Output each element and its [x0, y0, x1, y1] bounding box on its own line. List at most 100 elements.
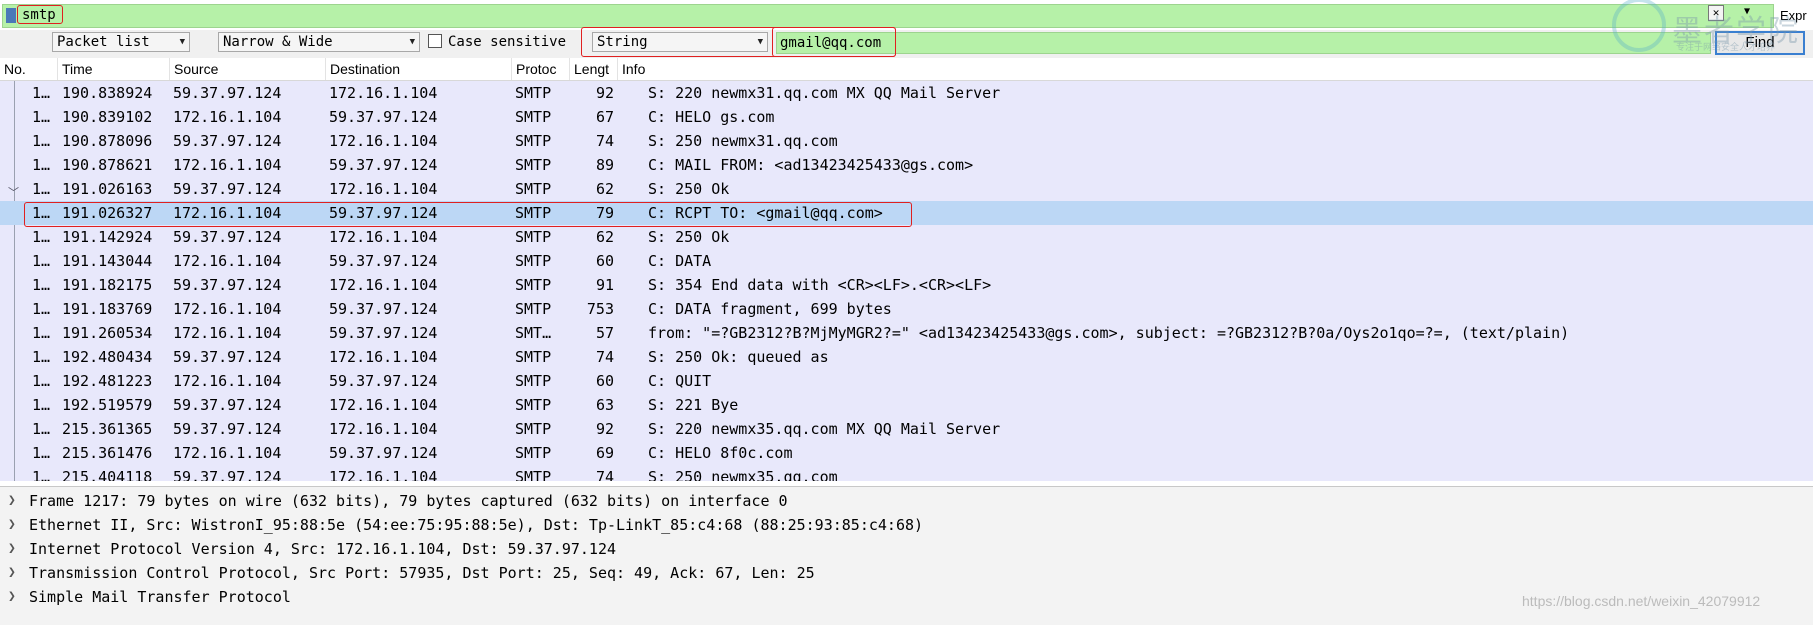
char-width-select[interactable]: Narrow & Wide ▼ — [218, 32, 420, 52]
packet-time: 191.026163 — [62, 180, 153, 198]
packet-no: 1… — [32, 84, 51, 102]
detail-text: Simple Mail Transfer Protocol — [29, 588, 291, 606]
chevron-down-icon: ▼ — [409, 37, 415, 47]
packet-protocol: SMTP — [515, 84, 552, 102]
packet-row[interactable]: 1… 192.480434 59.37.97.124 172.16.1.104 SMTP… — [0, 345, 1813, 369]
bookmark-icon[interactable] — [6, 8, 16, 23]
packet-length: 89 — [595, 156, 614, 174]
packet-protocol: SMTP — [515, 156, 552, 174]
column-header-protocol[interactable]: Protoc — [512, 58, 570, 80]
packet-info: C: HELO 8f0c.com — [648, 444, 793, 462]
column-header-length[interactable]: Lengt — [570, 58, 618, 80]
packet-protocol: SMTP — [515, 468, 552, 481]
packet-length: 62 — [595, 228, 614, 246]
packet-destination: 172.16.1.104 — [329, 396, 438, 414]
packet-info: C: HELO gs.com — [648, 108, 775, 126]
packet-time: 215.361365 — [62, 420, 153, 438]
detail-tree-item[interactable]: ❯ Frame 1217: 79 bytes on wire (632 bits)… — [0, 489, 1813, 513]
packet-row[interactable]: 1… 191.183769 172.16.1.104 59.37.97.124 SMTP… — [0, 297, 1813, 321]
packet-length: 92 — [595, 420, 614, 438]
display-filter-input[interactable] — [2, 4, 1774, 28]
packet-protocol: SMTP — [515, 132, 552, 150]
detail-text: Frame 1217: 79 bytes on wire (632 bits),… — [29, 492, 788, 510]
packet-no: 1… — [32, 132, 51, 150]
detail-tree-item[interactable]: ❯ Ethernet II, Src: WistronI_95:88:5e (54… — [0, 513, 1813, 537]
packet-row[interactable]: 1… 190.878621 172.16.1.104 59.37.97.124 SMTP… — [0, 153, 1813, 177]
packet-destination: 172.16.1.104 — [329, 180, 438, 198]
packet-row[interactable]: 1… 192.481223 172.16.1.104 59.37.97.124 SMTP… — [0, 369, 1813, 393]
packet-info: C: DATA — [648, 252, 712, 270]
search-in-select[interactable]: Packet list ▼ — [52, 32, 190, 52]
packet-row[interactable]: 1… 191.143044 172.16.1.104 59.37.97.124 SMTP… — [0, 249, 1813, 273]
case-sensitive-label: Case sensitive — [448, 34, 567, 50]
column-header-source[interactable]: Source — [170, 58, 326, 80]
packet-length: 63 — [595, 396, 614, 414]
packet-protocol: SMTP — [515, 372, 552, 390]
packet-source: 172.16.1.104 — [173, 324, 282, 342]
packet-row[interactable]: 1… 191.182175 59.37.97.124 172.16.1.104 SMTP… — [0, 273, 1813, 297]
packet-no: 1… — [32, 228, 51, 246]
chevron-right-icon[interactable]: ❯ — [8, 561, 16, 585]
packet-time: 190.839102 — [62, 108, 153, 126]
packet-info: S: 250 Ok — [648, 228, 730, 246]
packet-source: 59.37.97.124 — [173, 132, 282, 150]
packet-destination: 59.37.97.124 — [329, 300, 438, 318]
packet-destination: 172.16.1.104 — [329, 228, 438, 246]
packet-row[interactable]: 1… 191.026163 59.37.97.124 172.16.1.104 SMTP… — [0, 177, 1813, 201]
packet-protocol: SMTP — [515, 252, 552, 270]
packet-row[interactable]: 1… 215.361365 59.37.97.124 172.16.1.104 SMTP… — [0, 417, 1813, 441]
packet-protocol: SMTP — [515, 444, 552, 462]
packet-source: 59.37.97.124 — [173, 228, 282, 246]
watermark-subtitle: 专注于网络安全人才培养 — [1676, 43, 1776, 53]
chevron-right-icon[interactable]: ❯ — [8, 489, 16, 513]
search-in-value: Packet list — [57, 34, 150, 50]
packet-source: 172.16.1.104 — [173, 444, 282, 462]
packet-protocol: SMTP — [515, 180, 552, 198]
packet-source: 59.37.97.124 — [173, 396, 282, 414]
packet-info: C: MAIL FROM: <ad13423425433@gs.com> — [648, 156, 974, 174]
packet-list: ﹀ 1… 190.838924 59.37.97.124 172.16.1.104 SM… — [0, 81, 1813, 481]
packet-row[interactable]: 1… 190.839102 172.16.1.104 59.37.97.124 SMTP… — [0, 105, 1813, 129]
display-filter-bar: smtp ✕ ▼ Expr — [0, 0, 1813, 30]
packet-no: 1… — [32, 156, 51, 174]
packet-row[interactable]: 1… 190.838924 59.37.97.124 172.16.1.104 SMTP… — [0, 81, 1813, 105]
column-header-no[interactable]: No. — [0, 58, 58, 80]
packet-source: 59.37.97.124 — [173, 180, 282, 198]
packet-no: 1… — [32, 108, 51, 126]
detail-tree-item[interactable]: ❯ Internet Protocol Version 4, Src: 172.1… — [0, 537, 1813, 561]
packet-destination: 59.37.97.124 — [329, 324, 438, 342]
packet-no: 1… — [32, 276, 51, 294]
packet-row[interactable]: 1… 215.361476 172.16.1.104 59.37.97.124 SMTP… — [0, 441, 1813, 465]
packet-row[interactable]: 1… 190.878096 59.37.97.124 172.16.1.104 SMTP… — [0, 129, 1813, 153]
packet-info: C: DATA fragment, 699 bytes — [648, 300, 892, 318]
packet-length: 57 — [595, 324, 614, 342]
packet-time: 190.838924 — [62, 84, 153, 102]
chevron-right-icon[interactable]: ❯ — [8, 513, 16, 537]
packet-row[interactable]: 1… 191.142924 59.37.97.124 172.16.1.104 SMTP… — [0, 225, 1813, 249]
packet-time: 192.519579 — [62, 396, 153, 414]
column-header-destination[interactable]: Destination — [326, 58, 512, 80]
detail-tree-item[interactable]: ❯ Transmission Control Protocol, Src Port… — [0, 561, 1813, 585]
packet-length: 74 — [595, 348, 614, 366]
packet-no: 1… — [32, 444, 51, 462]
packet-time: 192.480434 — [62, 348, 153, 366]
packet-row[interactable]: 1… 215.404118 59.37.97.124 172.16.1.104 SMTP… — [0, 465, 1813, 481]
packet-time: 215.361476 — [62, 444, 153, 462]
column-header-time[interactable]: Time — [58, 58, 170, 80]
packet-time: 191.182175 — [62, 276, 153, 294]
search-input[interactable]: gmail@qq.com — [776, 32, 1711, 54]
chevron-right-icon[interactable]: ❯ — [8, 585, 16, 609]
column-header-info[interactable]: Info — [618, 58, 1813, 80]
packet-source: 59.37.97.124 — [173, 276, 282, 294]
packet-protocol: SMTP — [515, 420, 552, 438]
packet-time: 191.143044 — [62, 252, 153, 270]
packet-no: 1… — [32, 348, 51, 366]
packet-row[interactable]: 1… 192.519579 59.37.97.124 172.16.1.104 SMTP… — [0, 393, 1813, 417]
packet-destination: 172.16.1.104 — [329, 468, 438, 481]
chevron-down-icon: ▼ — [179, 37, 185, 47]
chevron-right-icon[interactable]: ❯ — [8, 537, 16, 561]
packet-row[interactable]: 1… 191.260534 172.16.1.104 59.37.97.124 SMT…… — [0, 321, 1813, 345]
packet-length: 91 — [595, 276, 614, 294]
case-sensitive-checkbox[interactable] — [428, 34, 442, 48]
packet-protocol: SMTP — [515, 348, 552, 366]
